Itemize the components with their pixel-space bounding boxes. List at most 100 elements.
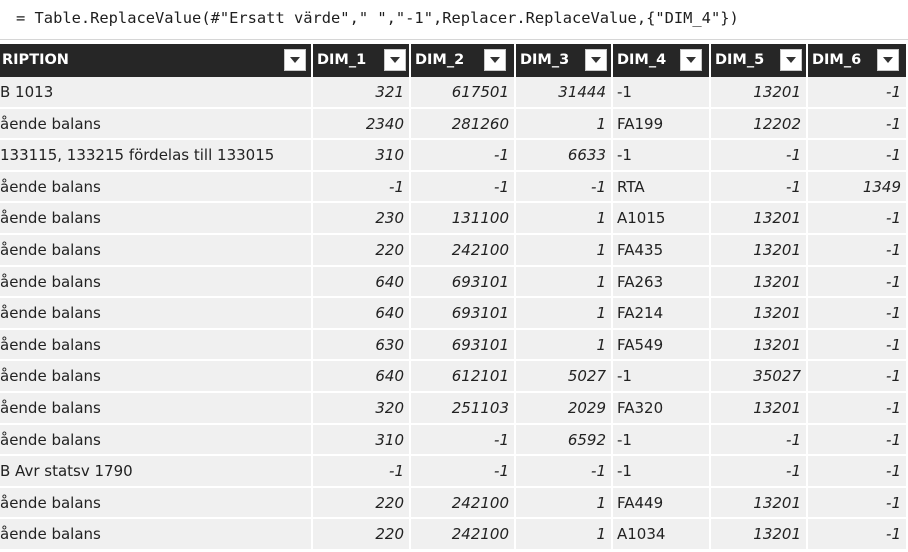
filter-dropdown-button[interactable]: [384, 49, 406, 71]
table-cell[interactable]: 13201: [711, 329, 808, 362]
table-row[interactable]: ående balans 640 693101 1 FA214 13201 -1: [0, 298, 908, 330]
table-cell[interactable]: -1: [711, 456, 808, 488]
table-cell[interactable]: -1: [613, 77, 711, 109]
table-cell[interactable]: -1: [516, 456, 613, 488]
table-cell[interactable]: 1: [516, 235, 613, 267]
table-cell[interactable]: 1: [516, 329, 613, 362]
table-cell[interactable]: 13201: [711, 487, 808, 520]
table-cell[interactable]: 13201: [711, 393, 808, 425]
column-header-dim-6[interactable]: DIM_6: [808, 44, 908, 77]
column-header-dim-2[interactable]: DIM_2: [411, 44, 516, 77]
table-cell[interactable]: 242100: [411, 235, 516, 267]
filter-dropdown-button[interactable]: [780, 49, 802, 71]
table-cell[interactable]: A1034: [613, 519, 711, 551]
table-cell[interactable]: 6633: [516, 140, 613, 172]
table-cell[interactable]: 13201: [711, 203, 808, 235]
table-cell[interactable]: 1349: [808, 171, 908, 204]
table-row[interactable]: B Avr statsv 1790 -1 -1 -1 -1 -1 -1: [0, 456, 908, 488]
table-cell[interactable]: 13201: [711, 77, 808, 109]
table-row[interactable]: B 1013 321 617501 31444 -1 13201 -1: [0, 77, 908, 109]
table-cell[interactable]: -1: [808, 108, 908, 141]
table-cell[interactable]: 220: [313, 235, 411, 267]
table-cell[interactable]: 1: [516, 266, 613, 299]
table-cell[interactable]: 13201: [711, 235, 808, 267]
table-cell[interactable]: -1: [808, 140, 908, 172]
filter-dropdown-button[interactable]: [484, 49, 506, 71]
table-cell[interactable]: -1: [808, 393, 908, 425]
table-cell[interactable]: -1: [411, 171, 516, 204]
table-cell[interactable]: 617501: [411, 77, 516, 109]
table-cell[interactable]: ående balans: [0, 393, 313, 425]
table-cell[interactable]: A1015: [613, 203, 711, 235]
table-cell[interactable]: ående balans: [0, 329, 313, 362]
table-cell[interactable]: -1: [613, 456, 711, 488]
column-header-dim-3[interactable]: DIM_3: [516, 44, 613, 77]
table-cell[interactable]: FA199: [613, 108, 711, 141]
table-cell[interactable]: 1: [516, 487, 613, 520]
table-cell[interactable]: 1: [516, 108, 613, 141]
filter-dropdown-button[interactable]: [680, 49, 702, 71]
table-cell[interactable]: ående balans: [0, 519, 313, 551]
table-cell[interactable]: FA263: [613, 266, 711, 299]
table-cell[interactable]: ående balans: [0, 298, 313, 330]
table-cell[interactable]: -1: [808, 424, 908, 457]
table-cell[interactable]: 1: [516, 298, 613, 330]
table-cell[interactable]: FA549: [613, 329, 711, 362]
table-cell[interactable]: -1: [808, 235, 908, 267]
table-cell[interactable]: 242100: [411, 519, 516, 551]
table-cell[interactable]: FA435: [613, 235, 711, 267]
table-cell[interactable]: 693101: [411, 266, 516, 299]
table-cell[interactable]: ående balans: [0, 424, 313, 457]
table-cell[interactable]: -1: [313, 456, 411, 488]
table-cell[interactable]: -1: [808, 361, 908, 393]
table-cell[interactable]: 1: [516, 519, 613, 551]
table-cell[interactable]: 5027: [516, 361, 613, 393]
table-cell[interactable]: 6592: [516, 424, 613, 457]
formula-bar[interactable]: = Table.ReplaceValue(#"Ersatt värde"," "…: [0, 0, 908, 40]
table-cell[interactable]: -1: [711, 140, 808, 172]
table-cell[interactable]: -1: [411, 140, 516, 172]
table-cell[interactable]: -1: [808, 266, 908, 299]
table-cell[interactable]: -1: [808, 519, 908, 551]
column-header-dim-5[interactable]: DIM_5: [711, 44, 808, 77]
table-row[interactable]: ående balans -1 -1 -1 RTA -1 1349: [0, 171, 908, 204]
table-cell[interactable]: 630: [313, 329, 411, 362]
table-row[interactable]: ående balans 2340 281260 1 FA199 12202 -1: [0, 108, 908, 141]
table-cell[interactable]: 13201: [711, 519, 808, 551]
table-cell[interactable]: FA320: [613, 393, 711, 425]
table-cell[interactable]: 2340: [313, 108, 411, 141]
table-cell[interactable]: 693101: [411, 329, 516, 362]
table-cell[interactable]: FA449: [613, 487, 711, 520]
table-cell[interactable]: B 1013: [0, 77, 313, 109]
column-header-ription[interactable]: RIPTION: [0, 44, 313, 77]
column-header-dim-4[interactable]: DIM_4: [613, 44, 711, 77]
table-cell[interactable]: 131100: [411, 203, 516, 235]
table-cell[interactable]: -1: [808, 298, 908, 330]
table-cell[interactable]: RTA: [613, 171, 711, 204]
table-row[interactable]: ående balans 320 251103 2029 FA320 13201 -1: [0, 393, 908, 425]
filter-dropdown-button[interactable]: [284, 49, 306, 71]
table-row[interactable]: ående balans 220 242100 1 FA449 13201 -1: [0, 487, 908, 520]
table-cell[interactable]: ående balans: [0, 235, 313, 267]
table-row[interactable]: 133115, 133215 fördelas till 133015 310 -1…: [0, 140, 908, 172]
table-cell[interactable]: 220: [313, 487, 411, 520]
table-cell[interactable]: -1: [313, 171, 411, 204]
table-cell[interactable]: 310: [313, 140, 411, 172]
table-cell[interactable]: ående balans: [0, 361, 313, 393]
table-cell[interactable]: 242100: [411, 487, 516, 520]
table-cell[interactable]: -1: [411, 456, 516, 488]
table-cell[interactable]: -1: [613, 424, 711, 457]
table-cell[interactable]: 35027: [711, 361, 808, 393]
table-cell[interactable]: -1: [808, 487, 908, 520]
table-cell[interactable]: 320: [313, 393, 411, 425]
table-row[interactable]: ående balans 640 612101 5027 -1 35027 -1: [0, 361, 908, 393]
table-cell[interactable]: ående balans: [0, 487, 313, 520]
table-cell[interactable]: 321: [313, 77, 411, 109]
table-cell[interactable]: ående balans: [0, 203, 313, 235]
table-cell[interactable]: 281260: [411, 108, 516, 141]
table-cell[interactable]: 13201: [711, 266, 808, 299]
table-cell[interactable]: ående balans: [0, 266, 313, 299]
table-cell[interactable]: -1: [808, 77, 908, 109]
table-cell[interactable]: 230: [313, 203, 411, 235]
table-cell[interactable]: 13201: [711, 298, 808, 330]
